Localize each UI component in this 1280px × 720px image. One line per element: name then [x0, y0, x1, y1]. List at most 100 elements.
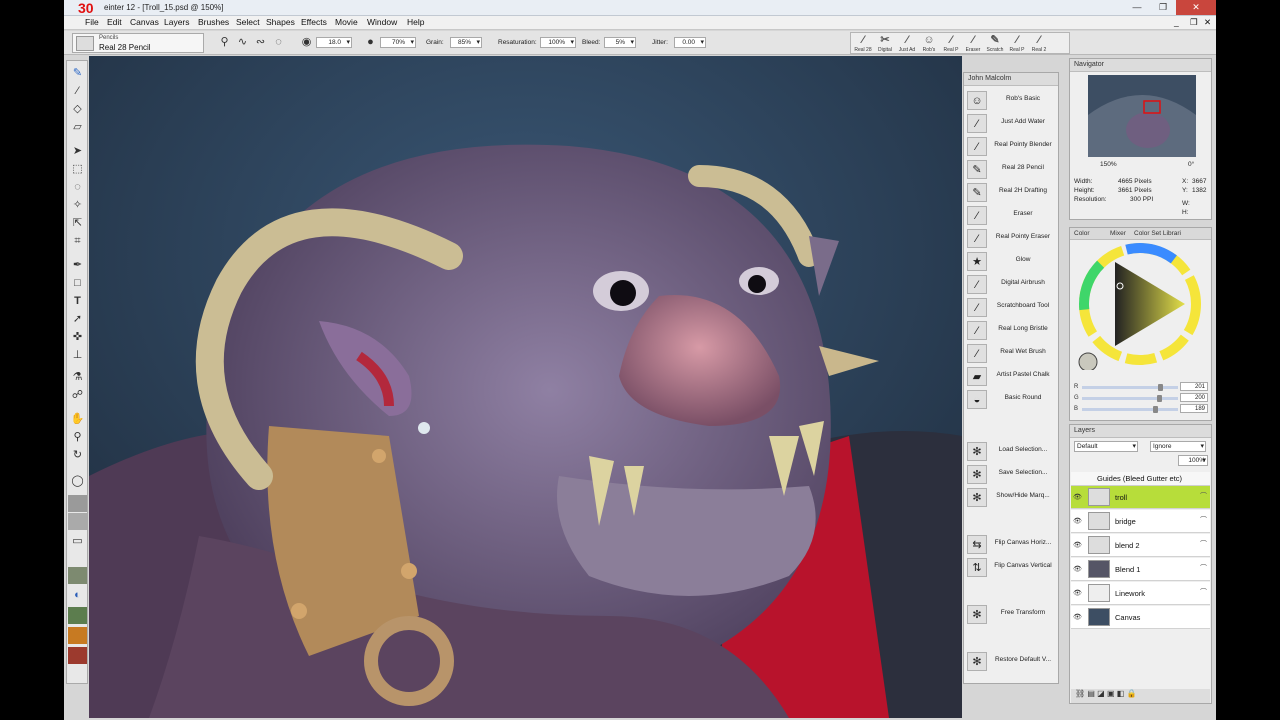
palette-brush[interactable]: ⁄ Real Wet Brush [966, 342, 1058, 364]
rubber-stamp-icon[interactable]: ⊥ [68, 347, 87, 364]
palette-brush[interactable]: ✎ Real 2H Drafting [966, 181, 1058, 203]
selection-adjuster-icon[interactable]: ⇱ [68, 215, 87, 232]
resaturation-field[interactable]: 100% [540, 37, 576, 48]
weave-icon[interactable] [68, 647, 87, 664]
rotate-page-icon[interactable]: ↻ [68, 447, 87, 464]
blender-tool-icon[interactable]: ◇ [68, 101, 87, 118]
eraser-tool-icon[interactable]: ▱ [68, 119, 87, 136]
paper-icon[interactable] [68, 495, 87, 512]
blend-method[interactable]: Default [1074, 441, 1138, 452]
layer-row[interactable]: 👁 Blend 1 ⌒ [1071, 558, 1210, 581]
layer-row[interactable]: 👁 blend 2 ⌒ [1071, 534, 1210, 557]
grabber-icon[interactable]: ✋ [68, 411, 87, 428]
palette-command[interactable]: ✻ Free Transform [966, 603, 1058, 625]
dropper-tool-icon[interactable]: ⁄ [68, 83, 87, 100]
recent-brush[interactable]: ⁄ Real P [941, 34, 961, 54]
recent-brush[interactable]: ✂ Digital [875, 34, 895, 54]
blue-slider[interactable] [1082, 406, 1178, 413]
layer-row[interactable]: 👁 bridge ⌒ [1071, 510, 1210, 533]
color-wheel[interactable] [1070, 242, 1211, 370]
rotation-field[interactable]: 0° [1188, 161, 1194, 168]
texture-icon[interactable] [68, 567, 87, 584]
mirror-icon[interactable]: ☍ [68, 387, 87, 404]
magnifier-icon[interactable]: ⚲ [68, 429, 87, 446]
palette-command[interactable]: ✻ Save Selection... [966, 463, 1058, 485]
crop-icon[interactable]: ⌗ [68, 233, 87, 250]
close-button[interactable]: ✕ [1176, 0, 1216, 15]
stroke-type-icon[interactable]: ⚲ [216, 34, 233, 51]
layer-opacity[interactable]: 100% [1178, 455, 1208, 466]
maximize-button[interactable]: ❐ [1150, 0, 1176, 15]
grain-field[interactable]: 85% [450, 37, 482, 48]
palette-brush[interactable]: ☺ Rob's Basic [966, 89, 1058, 111]
look-icon[interactable] [68, 627, 87, 644]
menu-select[interactable]: Select [236, 17, 260, 27]
menu-canvas[interactable]: Canvas [130, 17, 159, 27]
blue-value[interactable]: 189 [1180, 404, 1208, 413]
main-color-icon[interactable]: ◯ [68, 473, 87, 490]
palette-brush[interactable]: ⁄ Real Pointy Eraser [966, 227, 1058, 249]
layer-row[interactable]: 👁 Canvas [1071, 606, 1210, 629]
layer-row[interactable]: 👁 troll ⌒ [1071, 486, 1210, 509]
gradient-icon[interactable]: ◐ [68, 587, 87, 604]
palette-brush[interactable]: ⁄ Real Pointy Blender [966, 135, 1058, 157]
layer-row[interactable]: 👁 Linework ⌒ [1071, 582, 1210, 605]
palette-brush[interactable]: ⁄ Just Add Water [966, 112, 1058, 134]
jitter-field[interactable]: 0.00 [674, 37, 706, 48]
magic-wand-icon[interactable]: ✧ [68, 197, 87, 214]
media-icon[interactable]: ▭ [68, 533, 87, 550]
tab-color-set[interactable]: Color Set Librari [1134, 230, 1181, 237]
recent-brush[interactable]: ⁄ Real 2 [1029, 34, 1049, 54]
straight-stroke-icon[interactable]: ∾ [252, 34, 269, 51]
brush-selector[interactable]: Pencils Real 28 Pencil [72, 33, 204, 53]
recent-brush[interactable]: ⁄ Real 28 [853, 34, 873, 54]
pen-tool-icon[interactable]: ✒ [68, 257, 87, 274]
palette-command[interactable]: ⇅ Flip Canvas Vertical [966, 556, 1058, 578]
menu-window[interactable]: Window [367, 17, 397, 27]
green-slider[interactable] [1082, 395, 1178, 402]
composite-depth[interactable]: Ignore [1150, 441, 1206, 452]
recent-brush[interactable]: ⁄ Eraser [963, 34, 983, 54]
opacity-field[interactable]: 70% [380, 37, 416, 48]
rectangle-tool-icon[interactable]: □ [68, 275, 87, 292]
menu-effects[interactable]: Effects [301, 17, 327, 27]
palette-brush[interactable]: ⁄ Real Long Bristle [966, 319, 1058, 341]
recent-brush[interactable]: ⁄ Just Ad [897, 34, 917, 54]
doc-close-button[interactable]: ✕ [1204, 17, 1211, 28]
menu-file[interactable]: File [85, 17, 99, 27]
palette-command[interactable]: ✻ Load Selection... [966, 440, 1058, 462]
palette-brush[interactable]: ⁄ Eraser [966, 204, 1058, 226]
recent-brush[interactable]: ✎ Scratch [985, 34, 1005, 54]
menu-movie[interactable]: Movie [335, 17, 358, 27]
lasso-icon[interactable]: ◌ [68, 179, 87, 196]
menu-edit[interactable]: Edit [107, 17, 122, 27]
palette-brush[interactable]: ★ Glow [966, 250, 1058, 272]
recent-brush[interactable]: ☺ Rob's [919, 34, 939, 54]
palette-command[interactable]: ⇆ Flip Canvas Horiz... [966, 533, 1058, 555]
canvas-area[interactable] [89, 56, 962, 718]
palette-brush[interactable]: ◒ Basic Round [966, 388, 1058, 410]
palette-command[interactable]: ✻ Restore Default V... [966, 650, 1058, 672]
bleed-field[interactable]: 5% [604, 37, 636, 48]
brush-ghost-icon[interactable]: ◌ [270, 34, 287, 51]
green-value[interactable]: 200 [1180, 393, 1208, 402]
menu-help[interactable]: Help [407, 17, 424, 27]
freehand-stroke-icon[interactable]: ∿ [234, 34, 251, 51]
size-field[interactable]: 18.0 [316, 37, 352, 48]
menu-layers[interactable]: Layers [164, 17, 190, 27]
zoom-field[interactable]: 150% [1100, 161, 1117, 168]
tab-mixer[interactable]: Mixer [1110, 230, 1126, 237]
doc-restore-button[interactable]: ❐ [1190, 17, 1198, 28]
red-slider[interactable] [1082, 384, 1178, 391]
palette-brush[interactable]: ✎ Real 28 Pencil [966, 158, 1058, 180]
layer-group[interactable]: Guides (Bleed Gutter etc) [1071, 472, 1210, 486]
rect-select-icon[interactable]: ⬚ [68, 161, 87, 178]
cloner-icon[interactable]: ✜ [68, 329, 87, 346]
pattern-icon[interactable] [68, 513, 87, 530]
recent-brush[interactable]: ⁄ Real P [1007, 34, 1027, 54]
minimize-button[interactable]: — [1124, 0, 1150, 15]
tab-color[interactable]: Color [1074, 230, 1090, 237]
menu-brushes[interactable]: Brushes [198, 17, 229, 27]
red-value[interactable]: 201 [1180, 382, 1208, 391]
shape-select-icon[interactable]: ➚ [68, 311, 87, 328]
